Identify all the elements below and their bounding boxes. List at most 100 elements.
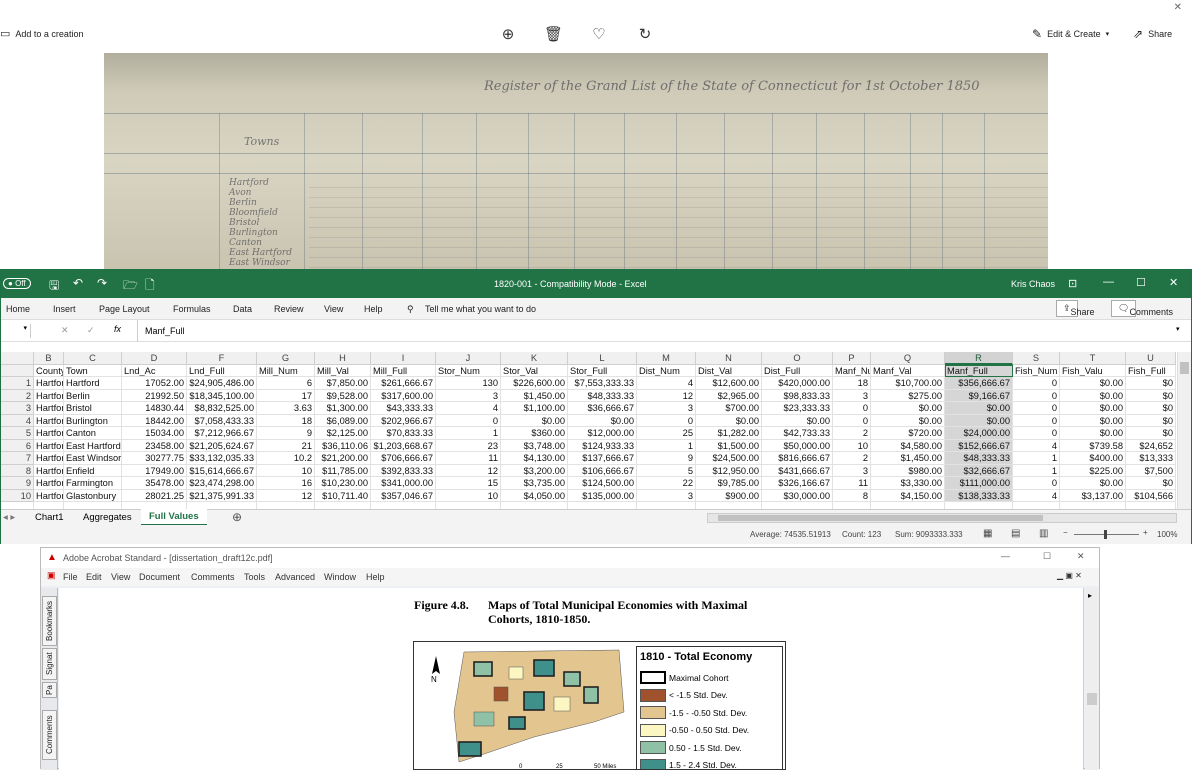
cell[interactable]: $104,566	[1126, 490, 1176, 503]
cell[interactable]: 12	[257, 490, 315, 503]
column-letter[interactable]: I	[371, 352, 436, 365]
cell[interactable]: 8	[833, 490, 871, 503]
cell[interactable]: 15	[436, 477, 501, 490]
header-cell[interactable]: Lnd_Full	[187, 365, 257, 378]
header-cell[interactable]: Fish_Valu	[1060, 365, 1126, 378]
cell[interactable]: $10,230.00	[315, 477, 371, 490]
spreadsheet-grid[interactable]: BCDFGHIJKLMNOPQRSTUCountyTownLnd_AcLnd_F…	[1, 352, 1177, 509]
cell[interactable]: $431,666.67	[762, 465, 833, 478]
cell[interactable]: $0.00	[1060, 477, 1126, 490]
cell[interactable]: $8,832,525.00	[187, 402, 257, 415]
cell[interactable]: $0.00	[1060, 415, 1126, 428]
cell[interactable]: 21	[257, 440, 315, 453]
column-letter[interactable]: N	[696, 352, 762, 365]
cell[interactable]: Canton	[64, 427, 122, 440]
row-number[interactable]: 7	[1, 452, 34, 465]
cell[interactable]: 1	[1013, 452, 1060, 465]
cell[interactable]: $0.00	[568, 415, 637, 428]
cell[interactable]: 10	[436, 490, 501, 503]
cell[interactable]: $1,282.00	[696, 427, 762, 440]
cell[interactable]: $0.00	[501, 415, 568, 428]
cell[interactable]: $326,166.67	[762, 477, 833, 490]
tab-review[interactable]: Review	[274, 304, 304, 314]
row-number[interactable]: 2	[1, 390, 34, 403]
cell[interactable]: $98,833.33	[762, 390, 833, 403]
column-letter[interactable]: C	[64, 352, 122, 365]
cell[interactable]: 5	[637, 465, 696, 478]
cell[interactable]: $6,089.00	[315, 415, 371, 428]
cell[interactable]: $739.58	[1060, 440, 1126, 453]
cell[interactable]: $36,110.06	[315, 440, 371, 453]
cell[interactable]: 4	[1013, 440, 1060, 453]
cell[interactable]: 3	[637, 402, 696, 415]
row-number[interactable]: 6	[1, 440, 34, 453]
insert-function-icon[interactable]: fx	[114, 324, 121, 334]
close-icon[interactable]: ✕	[1169, 276, 1178, 289]
maximize-icon[interactable]: ☐	[1136, 276, 1146, 289]
cell[interactable]: 3	[637, 490, 696, 503]
cell[interactable]: $0.00	[1060, 427, 1126, 440]
add-to-creation-button[interactable]: ▭ Add to a creation	[0, 27, 83, 40]
header-cell[interactable]: Manf_Full	[945, 365, 1013, 378]
rotate-icon[interactable]: ↻	[636, 26, 654, 44]
formula-input[interactable]: Manf_Full	[137, 320, 1177, 342]
cell[interactable]: Enfield	[64, 465, 122, 478]
cell[interactable]: $700.00	[696, 402, 762, 415]
cell[interactable]: $24,652	[1126, 440, 1176, 453]
cell[interactable]: 3.63	[257, 402, 315, 415]
menu-edit[interactable]: Edit	[86, 572, 102, 582]
cell[interactable]: 1	[1013, 465, 1060, 478]
cell[interactable]: $36,666.67	[568, 402, 637, 415]
column-letter[interactable]: R	[945, 352, 1013, 365]
cell[interactable]: Bristol	[64, 402, 122, 415]
cell[interactable]: 0	[1013, 390, 1060, 403]
column-letter[interactable]: G	[257, 352, 315, 365]
cell[interactable]: 23458.00	[122, 440, 187, 453]
row-number[interactable]: 3	[1, 402, 34, 415]
zoom-in-icon[interactable]: ⊕	[499, 26, 517, 44]
row-number[interactable]: 5	[1, 427, 34, 440]
edit-create-button[interactable]: ✎ Edit & Create ▾	[1032, 27, 1109, 41]
name-box-dropdown[interactable]: ▾	[1, 324, 31, 338]
cell[interactable]: $13,333	[1126, 452, 1176, 465]
cell[interactable]: 0	[1013, 427, 1060, 440]
zoom-in-icon[interactable]: +	[1143, 528, 1148, 537]
pages-tab[interactable]: Pa	[42, 682, 57, 698]
cell[interactable]: $356,666.67	[945, 377, 1013, 390]
comments-button[interactable]: 🗨 Comments	[1111, 300, 1136, 317]
cell[interactable]: Berlin	[64, 390, 122, 403]
redo-icon[interactable]: ↷	[97, 276, 107, 290]
favorite-icon[interactable]: ♡	[590, 26, 608, 44]
close-icon[interactable]: ✕	[1077, 551, 1085, 562]
cell[interactable]: East Hartford	[64, 440, 122, 453]
menu-view[interactable]: View	[111, 572, 130, 582]
cell[interactable]: $137,666.67	[568, 452, 637, 465]
cell[interactable]: Farmington	[64, 477, 122, 490]
share-button[interactable]: ⇪ Share	[1056, 300, 1078, 317]
cell[interactable]: Burlington	[64, 415, 122, 428]
cell[interactable]: 3	[436, 390, 501, 403]
cell[interactable]: $0.00	[1060, 402, 1126, 415]
cell[interactable]: $3,735.00	[501, 477, 568, 490]
cell[interactable]: Hartford	[34, 452, 64, 465]
cell[interactable]: 11	[833, 477, 871, 490]
cell[interactable]: $7,850.00	[315, 377, 371, 390]
cell[interactable]: 0	[1013, 402, 1060, 415]
cell[interactable]: 130	[436, 377, 501, 390]
tab-view[interactable]: View	[324, 304, 343, 314]
header-cell[interactable]: Mill_Full	[371, 365, 436, 378]
cell[interactable]: 0	[436, 415, 501, 428]
horizontal-scrollbar[interactable]	[707, 513, 1177, 523]
cell[interactable]: $420,000.00	[762, 377, 833, 390]
cell[interactable]: $21,200.00	[315, 452, 371, 465]
row-number[interactable]: 4	[1, 415, 34, 428]
cell[interactable]: 18	[833, 377, 871, 390]
minimize-icon[interactable]: —	[1103, 276, 1114, 288]
cell[interactable]: $124,933.33	[568, 440, 637, 453]
cell[interactable]: $3,200.00	[501, 465, 568, 478]
cell[interactable]: 3	[833, 390, 871, 403]
cell[interactable]: Hartford	[34, 415, 64, 428]
cell[interactable]: $0	[1126, 427, 1176, 440]
cell[interactable]: $124,500.00	[568, 477, 637, 490]
column-letter[interactable]: P	[833, 352, 871, 365]
